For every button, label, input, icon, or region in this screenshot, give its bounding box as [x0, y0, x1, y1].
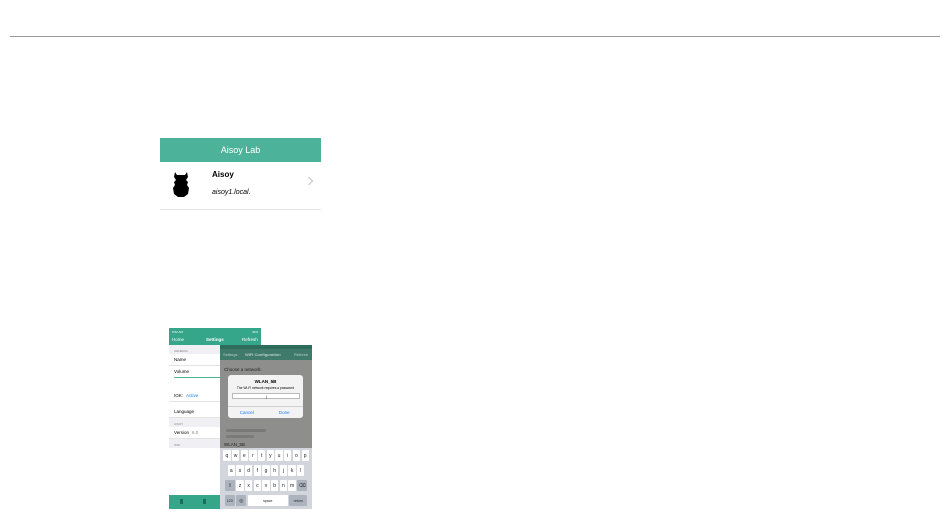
key-s[interactable]: s — [236, 465, 244, 476]
wifi-config-screenshot: Settings WiFi Configuration Refresh Choo… — [220, 345, 312, 509]
key-z[interactable]: z — [236, 480, 244, 491]
key-n[interactable]: n — [279, 480, 287, 491]
key-v[interactable]: v — [262, 480, 270, 491]
choose-network-label: Choose a network: — [224, 367, 262, 372]
key-m[interactable]: m — [288, 480, 296, 491]
key-r[interactable]: r — [249, 450, 257, 461]
key-d[interactable]: d — [245, 465, 253, 476]
key-y[interactable]: y — [266, 450, 274, 461]
top-divider — [10, 36, 940, 37]
dialog-buttons: Cancel Done — [228, 406, 303, 418]
backspace-key-icon[interactable]: ⌫ — [297, 480, 308, 491]
settings-navbar: Home Settings Refresh — [169, 335, 261, 345]
dialog-title: WLAN_5B — [254, 379, 277, 384]
refresh-button[interactable]: Refresh — [242, 337, 258, 342]
key-q[interactable]: q — [223, 450, 231, 461]
dialog-message: The Wi-Fi network requires a password — [236, 386, 295, 390]
key-o[interactable]: o — [292, 450, 300, 461]
settings-title: Settings — [206, 337, 224, 342]
blurred-network — [226, 435, 254, 438]
done-button[interactable]: Done — [266, 407, 304, 418]
globe-key-icon[interactable]: ◎ — [236, 495, 247, 506]
key-u[interactable]: u — [275, 450, 283, 461]
key-p[interactable]: p — [301, 450, 309, 461]
password-dialog: WLAN_5B The Wi-Fi network requires a pas… — [228, 375, 303, 418]
device-host: aisoy1.local. — [212, 189, 251, 196]
space-key[interactable]: space — [247, 495, 288, 506]
key-g[interactable]: g — [262, 465, 270, 476]
status-time: 9:52 AM — [172, 329, 184, 334]
key-k[interactable]: k — [288, 465, 296, 476]
refresh-button[interactable]: Refresh — [294, 352, 308, 357]
key-j[interactable]: j — [279, 465, 287, 476]
version-value: 6.0 — [192, 430, 199, 435]
numbers-key[interactable]: 123 — [224, 495, 235, 506]
key-t[interactable]: t — [258, 450, 266, 461]
card-header: Aisoy Lab — [160, 138, 321, 162]
status-bar: 9:52 AM 46% — [169, 328, 261, 335]
back-settings-button[interactable]: Settings — [223, 352, 237, 357]
tab-icon[interactable] — [180, 499, 183, 504]
robot-icon — [173, 172, 189, 197]
status-battery: 46% — [251, 329, 258, 334]
cancel-button[interactable]: Cancel — [228, 407, 266, 418]
key-i[interactable]: i — [284, 450, 292, 461]
key-l[interactable]: l — [297, 465, 305, 476]
chevron-right-icon — [304, 176, 314, 186]
password-cursor: | — [265, 394, 268, 399]
device-name: Aisoy — [212, 170, 234, 179]
version-label: Version — [174, 430, 190, 435]
network-item[interactable]: WLAN_5B — [224, 442, 245, 447]
key-x[interactable]: x — [245, 480, 253, 491]
key-h[interactable]: h — [271, 465, 279, 476]
shift-key-icon[interactable]: ⇧ — [224, 480, 235, 491]
keyboard: q w e r t y u i o p a s d f g h j k l ⇧ … — [220, 448, 312, 509]
device-row[interactable]: Aisoy aisoy1.local. — [160, 162, 321, 210]
return-key[interactable]: return — [289, 495, 308, 506]
home-button[interactable]: Home — [172, 337, 184, 342]
wifi-navbar: Settings WiFi Configuration Refresh — [220, 349, 312, 360]
key-b[interactable]: b — [271, 480, 279, 491]
blurred-network — [226, 429, 266, 432]
iok-value: Active — [186, 393, 199, 398]
aisoy-device-list: Aisoy Lab Aisoy aisoy1.local. — [160, 138, 321, 210]
wifi-title: WiFi Configuration — [245, 352, 281, 357]
key-a[interactable]: a — [227, 465, 235, 476]
iok-label: IOK: — [174, 393, 184, 398]
key-c[interactable]: c — [253, 480, 261, 491]
key-w[interactable]: w — [232, 450, 240, 461]
key-e[interactable]: e — [240, 450, 248, 461]
tab-icon[interactable] — [203, 499, 206, 504]
key-f[interactable]: f — [253, 465, 261, 476]
password-field[interactable]: | — [231, 393, 300, 399]
